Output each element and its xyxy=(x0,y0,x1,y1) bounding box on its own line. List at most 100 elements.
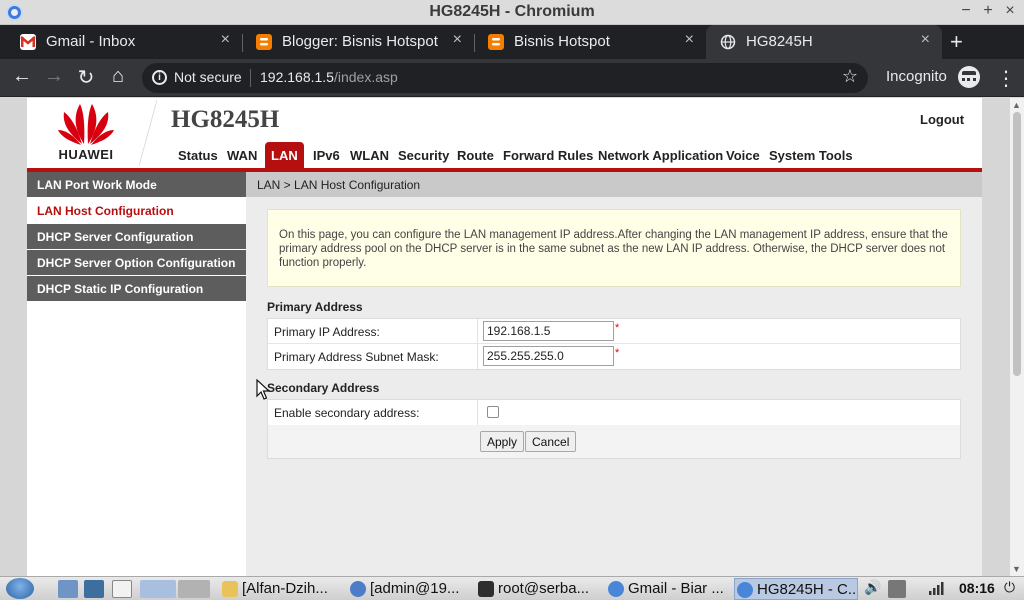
workspace-icon[interactable] xyxy=(178,580,210,598)
primary-ip-input[interactable] xyxy=(483,321,614,341)
logout-link[interactable]: Logout xyxy=(920,112,964,127)
nav-system-tools[interactable]: System Tools xyxy=(769,148,853,163)
task-label: Gmail - Biar ... xyxy=(628,580,724,597)
breadcrumb: LAN > LAN Host Configuration xyxy=(246,172,982,197)
task-gmail[interactable]: Gmail - Biar ... xyxy=(606,578,732,600)
globe-icon xyxy=(720,34,736,50)
tab-close-icon[interactable]: × xyxy=(685,31,694,49)
chromium-launcher-icon[interactable] xyxy=(140,580,176,598)
gmail-icon xyxy=(20,34,36,50)
router-header: HUAWEI HG8245H Logout Status WAN LAN IPv… xyxy=(27,98,982,170)
enable-secondary-checkbox[interactable] xyxy=(487,406,499,418)
page-scrollbar[interactable]: ▲ ▼ xyxy=(1010,98,1024,576)
column-divider xyxy=(477,400,478,425)
primary-ip-label: Primary IP Address: xyxy=(274,325,380,339)
clock[interactable]: 08:16 xyxy=(959,580,995,596)
brand-name: HUAWEI xyxy=(58,147,114,162)
chromium-icon xyxy=(737,582,753,598)
nav-security[interactable]: Security xyxy=(398,148,449,163)
task-terminal[interactable]: root@serba... xyxy=(476,578,602,600)
sidebar-item-lan-port-work-mode[interactable]: LAN Port Work Mode xyxy=(27,172,246,197)
browser-toolbar: ← → ↻ ⌂ i Not secure 192.168.1.5/index.a… xyxy=(0,59,1024,97)
window-icon[interactable] xyxy=(112,580,132,598)
nav-wlan[interactable]: WLAN xyxy=(350,148,389,163)
volume-icon[interactable]: 🔊 xyxy=(864,579,881,596)
sidebar-item-dhcp-server-configuration[interactable]: DHCP Server Configuration xyxy=(27,224,246,249)
tab-close-icon[interactable]: × xyxy=(453,31,462,49)
nav-network-application[interactable]: Network Application xyxy=(598,148,723,163)
nav-wan[interactable]: WAN xyxy=(227,148,257,163)
apply-button[interactable]: Apply xyxy=(480,431,525,452)
security-label[interactable]: Not secure xyxy=(174,69,242,85)
url-host: 192.168.1.5 xyxy=(260,69,334,85)
incognito-icon[interactable] xyxy=(958,66,980,88)
info-icon[interactable]: i xyxy=(152,70,167,85)
task-hg8245h[interactable]: HG8245H - C... xyxy=(734,578,858,600)
sidebar-item-dhcp-server-option-configuration[interactable]: DHCP Server Option Configuration xyxy=(27,250,246,275)
maximize-button[interactable]: + xyxy=(979,2,997,20)
system-monitor-icon[interactable] xyxy=(84,580,104,598)
task-email-client[interactable]: [admin@19... xyxy=(348,578,474,600)
task-label: [Alfan-Dzih... xyxy=(242,580,328,597)
tab-close-icon[interactable]: × xyxy=(221,31,230,49)
tab-bisnis-hotspot[interactable]: Bisnis Hotspot × xyxy=(474,25,706,59)
form-row: Primary Address Subnet Mask: * xyxy=(268,344,960,369)
main-content: LAN > LAN Host Configuration On this pag… xyxy=(246,172,982,576)
start-menu-button[interactable] xyxy=(6,578,34,599)
terminal-icon xyxy=(478,581,494,597)
tab-gmail-inbox[interactable]: Gmail - Inbox × xyxy=(6,25,243,59)
required-mark: * xyxy=(615,347,620,359)
window-titlebar: HG8245H - Chromium − + × xyxy=(0,0,1024,25)
back-button[interactable]: ← xyxy=(10,65,34,88)
subnet-mask-input[interactable] xyxy=(483,346,614,366)
reload-button[interactable]: ↻ xyxy=(74,65,98,90)
sidebar: LAN Port Work Mode LAN Host Configuratio… xyxy=(27,172,246,576)
url-text[interactable]: 192.168.1.5/index.asp xyxy=(260,69,398,85)
close-window-button[interactable]: × xyxy=(1001,2,1019,20)
tab-blogger[interactable]: Blogger: Bisnis Hotspot × xyxy=(242,25,475,59)
primary-address-title: Primary Address xyxy=(267,300,363,314)
primary-address-table: Primary IP Address: * Primary Address Su… xyxy=(267,318,961,370)
form-row: Enable secondary address: xyxy=(268,400,960,425)
task-label: [admin@19... xyxy=(370,580,460,597)
cancel-button[interactable]: Cancel xyxy=(525,431,577,452)
task-label: HG8245H - C... xyxy=(757,581,858,598)
home-button[interactable]: ⌂ xyxy=(106,65,130,88)
nav-route[interactable]: Route xyxy=(457,148,494,163)
task-file-manager[interactable]: [Alfan-Dzih... xyxy=(220,578,345,600)
nav-ipv6[interactable]: IPv6 xyxy=(313,148,340,163)
address-bar[interactable]: i Not secure 192.168.1.5/index.asp ☆ xyxy=(142,63,868,93)
mouse-cursor-icon xyxy=(256,379,270,400)
tab-hg8245h[interactable]: HG8245H × xyxy=(706,25,942,59)
forward-button[interactable]: → xyxy=(42,65,66,88)
incognito-label[interactable]: Incognito xyxy=(886,68,947,85)
scrollbar-thumb[interactable] xyxy=(1013,112,1021,376)
tab-label: Bisnis Hotspot xyxy=(514,33,610,50)
bookmark-star-icon[interactable]: ☆ xyxy=(842,66,858,87)
chromium-icon xyxy=(608,581,624,597)
nav-lan[interactable]: LAN xyxy=(265,142,304,170)
tab-close-icon[interactable]: × xyxy=(921,31,930,49)
sidebar-item-lan-host-configuration[interactable]: LAN Host Configuration xyxy=(27,198,246,223)
minimize-button[interactable]: − xyxy=(957,2,975,20)
scroll-up-icon[interactable]: ▲ xyxy=(1012,100,1021,110)
sidebar-item-dhcp-static-ip-configuration[interactable]: DHCP Static IP Configuration xyxy=(27,276,246,301)
file-manager-icon[interactable] xyxy=(58,580,78,598)
huawei-logo: HUAWEI xyxy=(53,102,119,164)
browser-menu-button[interactable]: ⋮ xyxy=(996,66,1016,91)
enable-secondary-label: Enable secondary address: xyxy=(274,406,420,420)
folder-icon xyxy=(222,581,238,597)
scroll-down-icon[interactable]: ▼ xyxy=(1012,564,1021,574)
system-taskbar: [Alfan-Dzih... [admin@19... root@serba..… xyxy=(0,576,1024,600)
new-tab-button[interactable]: + xyxy=(950,29,963,55)
nav-forward-rules[interactable]: Forward Rules xyxy=(503,148,593,163)
nav-status[interactable]: Status xyxy=(178,148,218,163)
network-signal-icon[interactable] xyxy=(928,580,944,599)
power-icon[interactable]: ⏻ xyxy=(1004,579,1015,596)
omnibox-divider xyxy=(250,69,251,87)
info-notice: On this page, you can configure the LAN … xyxy=(267,209,961,287)
battery-icon[interactable] xyxy=(888,580,906,598)
tab-label: Gmail - Inbox xyxy=(46,33,136,50)
header-divider xyxy=(139,100,157,166)
nav-voice[interactable]: Voice xyxy=(726,148,760,163)
